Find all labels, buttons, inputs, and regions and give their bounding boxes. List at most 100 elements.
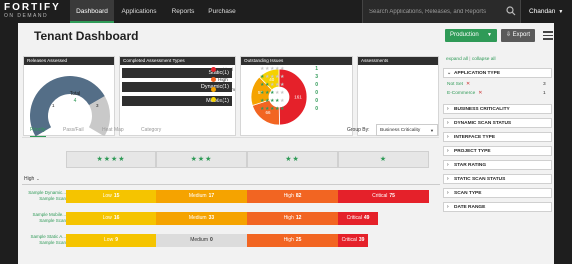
group-header-high[interactable]: High ⌄ (24, 176, 40, 182)
tab-priority[interactable]: Priority (30, 127, 46, 137)
environment-dropdown[interactable]: Production ▼ (445, 29, 497, 42)
dashboard-main: Tenant Dashboard Production ▼ ⇩ Export R… (18, 23, 554, 264)
legend-dot (211, 97, 216, 102)
group-by-select[interactable]: Business Criticality ▼ (376, 124, 438, 136)
filter-label: APPLICATION TYPE (454, 71, 501, 76)
releases-assessed-widget: Releases Assessed Total 4 1 3 (23, 56, 115, 136)
filter-business-criticality[interactable]: › BUSINESS CRITICALITY (443, 104, 552, 114)
search-icon[interactable] (506, 6, 516, 16)
chevron-right-icon: › (447, 134, 449, 140)
nav-tab-dashboard[interactable]: Dashboard (70, 0, 114, 23)
issue-bar-high[interactable]: High 25 (247, 234, 338, 247)
filter-scan-type[interactable]: › SCAN TYPE (443, 188, 552, 198)
global-search (362, 0, 520, 23)
user-menu[interactable]: Chandan ▼ (520, 0, 572, 23)
chevron-right-icon: › (447, 176, 449, 182)
filter-option-not-set[interactable]: Not Set ✕ 3 (447, 82, 546, 87)
top-nav: FORTIFY ON DEMAND Dashboard Applications… (0, 0, 572, 23)
filter-application-type[interactable]: ⌄ APPLICATION TYPE (443, 68, 552, 78)
widget-title: Completed Assessment Types (120, 57, 235, 65)
star-rating-icon: ★★★★★ (260, 66, 285, 72)
fortify-logo[interactable]: FORTIFY ON DEMAND (4, 2, 70, 21)
filter-option-label: E-Commerce (447, 91, 476, 96)
legend-label: Low (218, 97, 227, 103)
issue-bar-critical[interactable]: Critical 75 (338, 190, 429, 203)
row-label-mobile[interactable]: Sample Mobile... Sample Scan (22, 212, 66, 224)
issue-bar-low[interactable]: Low 15 (66, 190, 156, 203)
chevron-right-icon: › (447, 120, 449, 126)
bar-value: 25 (295, 237, 302, 243)
row-label-dynamic[interactable]: Sample Dynamic... Sample Scan (22, 190, 66, 202)
filter-star-rating[interactable]: › STAR RATING (443, 160, 552, 170)
tab-pass-fail[interactable]: Pass/Fail (63, 127, 84, 137)
star-rating-icon: ★★★★★ (260, 82, 285, 88)
legend-dot (211, 67, 216, 72)
issue-bar-critical[interactable]: Critical 49 (338, 212, 378, 225)
group-label: High (24, 176, 35, 182)
issue-bar-low[interactable]: Low 9 (66, 234, 156, 247)
search-input[interactable] (369, 5, 499, 18)
group-by-value: Business Criticality (380, 128, 421, 133)
widget-title: Releases Assessed (24, 57, 114, 65)
filter-project-type[interactable]: › PROJECT TYPE (443, 146, 552, 156)
issue-bar-medium[interactable]: Medium 0 (156, 234, 247, 247)
chevron-down-icon: ⌄ (447, 70, 452, 76)
star-column-4[interactable]: ★★★★ (66, 151, 156, 168)
remove-icon[interactable]: ✕ (478, 91, 482, 96)
release-name: Sample Scan (39, 240, 66, 245)
issue-bar-low[interactable]: Low 16 (66, 212, 156, 225)
issue-bar-medium[interactable]: Medium 33 (156, 212, 247, 225)
assessment-count: 0 (315, 106, 318, 112)
export-icon: ⇩ (505, 32, 511, 38)
collapse-all-link[interactable]: collapse all (472, 57, 496, 62)
filter-links: expand all | collapse all (446, 57, 496, 62)
nav-tab-reports[interactable]: Reports (166, 0, 200, 23)
bar-value: 75 (389, 193, 395, 199)
assessment-row[interactable]: ★★★★★ 0 (260, 106, 320, 113)
star-rating-icon: ★★★★★ (260, 106, 285, 112)
chevron-down-icon: ▼ (558, 9, 564, 15)
issue-bar-high[interactable]: High 12 (247, 212, 338, 225)
row-label-static[interactable]: Sample Static A... Sample Scan (22, 234, 66, 246)
bar-label: Low (102, 215, 112, 221)
filter-option-ecommerce[interactable]: E-Commerce ✕ 1 (447, 91, 546, 96)
assessment-row[interactable]: ★★★★★ 0 (260, 82, 320, 89)
issue-bar-critical[interactable]: Critical 39 (338, 234, 368, 247)
tab-heat-map[interactable]: Heat Map (102, 127, 124, 137)
assessment-row[interactable]: ★★★★★ 1 (260, 66, 320, 73)
bar-value: 12 (295, 215, 302, 221)
nav-tab-applications[interactable]: Applications (116, 0, 162, 23)
bar-label: Medium (188, 193, 207, 199)
bar-label: High (283, 193, 294, 199)
nav-tab-purchase[interactable]: Purchase (202, 0, 242, 23)
bar-value: 16 (113, 215, 120, 221)
filter-label: SCAN TYPE (454, 191, 482, 196)
bar-value: 33 (208, 215, 215, 221)
filter-static-scan-status[interactable]: › STATIC SCAN STATUS (443, 174, 552, 184)
filter-label: BUSINESS CRITICALITY (454, 107, 510, 112)
filter-interface-type[interactable]: › INTERFACE TYPE (443, 132, 552, 142)
filter-dynamic-scan-status[interactable]: › DYNAMIC SCAN STATUS (443, 118, 552, 128)
assessment-row[interactable]: ★★★★★ 0 (260, 98, 320, 105)
gauge-right-value: 3 (96, 103, 99, 108)
hamburger-menu-icon[interactable] (543, 31, 553, 40)
star-column-1[interactable]: ★ (338, 151, 429, 168)
logo-text: FORTIFY (4, 2, 61, 13)
assessment-row[interactable]: ★★★★★ 3 (260, 74, 320, 81)
remove-icon[interactable]: ✕ (466, 82, 470, 87)
chevron-down-icon: ▼ (430, 128, 434, 133)
issue-bar-medium[interactable]: Medium 17 (156, 190, 247, 203)
star-column-2[interactable]: ★★ (247, 151, 338, 168)
issue-bar-high[interactable]: High 82 (247, 190, 338, 203)
assessment-count: 1 (315, 66, 318, 72)
assessment-row[interactable]: ★★★★★ 0 (260, 90, 320, 97)
group-divider (22, 184, 440, 185)
legend-dot (211, 77, 216, 82)
filter-label: INTERFACE TYPE (454, 135, 496, 140)
bar-label: Critical (372, 193, 388, 199)
filter-date-range[interactable]: › DATE RANGE (443, 202, 552, 212)
export-button[interactable]: ⇩ Export (501, 29, 535, 42)
tab-category[interactable]: Category (141, 127, 161, 137)
expand-all-link[interactable]: expand all (446, 57, 468, 62)
star-column-3[interactable]: ★★★ (156, 151, 247, 168)
